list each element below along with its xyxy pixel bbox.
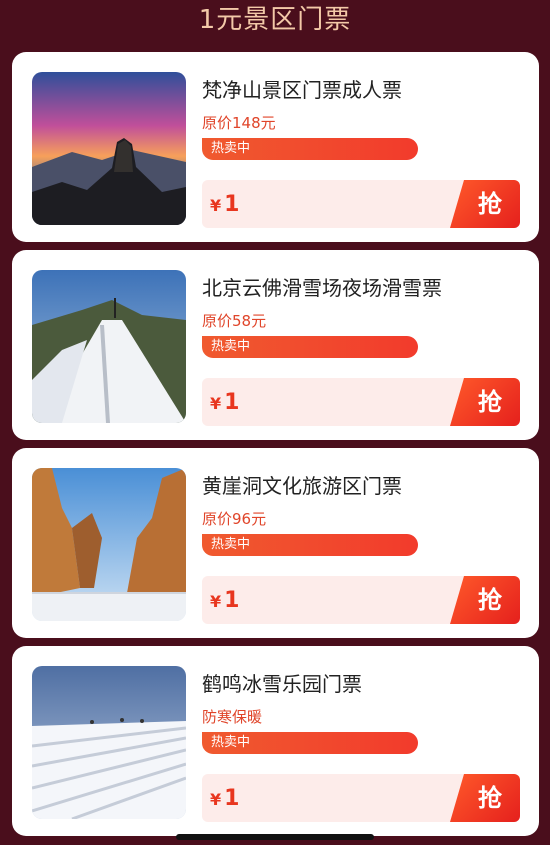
page-title: 1元景区门票 xyxy=(198,5,352,35)
ticket-original-price: 原价58元 xyxy=(202,312,267,330)
ticket-card[interactable]: 黄崖洞文化旅游区门票 原价96元 热卖中 ¥1 抢 xyxy=(12,448,539,638)
hot-sale-badge: 热卖中 xyxy=(202,732,418,754)
grab-button[interactable]: 抢 xyxy=(450,378,520,426)
buy-bar[interactable]: ¥1 抢 xyxy=(202,774,520,822)
hot-sale-badge: 热卖中 xyxy=(202,534,418,556)
ticket-title: 梵净山景区门票成人票 xyxy=(202,78,402,102)
ticket-price: ¥1 xyxy=(210,774,239,822)
currency-symbol: ¥ xyxy=(210,394,222,413)
hot-sale-badge: 热卖中 xyxy=(202,138,418,160)
ticket-original-price: 原价148元 xyxy=(202,114,276,132)
ticket-image-canyon[interactable] xyxy=(32,468,186,621)
currency-symbol: ¥ xyxy=(210,196,222,215)
buy-bar[interactable]: ¥1 抢 xyxy=(202,378,520,426)
ticket-subtitle: 防寒保暖 xyxy=(202,708,263,726)
ticket-original-price: 原价96元 xyxy=(202,510,267,528)
grab-button[interactable]: 抢 xyxy=(450,774,520,822)
grab-button[interactable]: 抢 xyxy=(450,180,520,228)
price-value: 1 xyxy=(224,786,240,811)
ticket-title: 北京云佛滑雪场夜场滑雪票 xyxy=(202,276,442,300)
currency-symbol: ¥ xyxy=(210,592,222,611)
buy-bar[interactable]: ¥1 抢 xyxy=(202,576,520,624)
home-indicator[interactable] xyxy=(176,834,374,840)
ticket-image-snow-park[interactable] xyxy=(32,666,186,819)
ticket-image-ski-slope[interactable] xyxy=(32,270,186,423)
price-value: 1 xyxy=(224,588,240,613)
ticket-card[interactable]: 梵净山景区门票成人票 原价148元 热卖中 ¥1 抢 xyxy=(12,52,539,242)
ticket-card[interactable]: 北京云佛滑雪场夜场滑雪票 原价58元 热卖中 ¥1 抢 xyxy=(12,250,539,440)
price-value: 1 xyxy=(224,390,240,415)
ticket-image-mountain[interactable] xyxy=(32,72,186,225)
ticket-price: ¥1 xyxy=(210,378,239,426)
currency-symbol: ¥ xyxy=(210,790,222,809)
buy-bar[interactable]: ¥1 抢 xyxy=(202,180,520,228)
ticket-price: ¥1 xyxy=(210,180,239,228)
hot-sale-badge: 热卖中 xyxy=(202,336,418,358)
ticket-list: 梵净山景区门票成人票 原价148元 热卖中 ¥1 抢 北京云佛滑雪场夜场滑雪票 … xyxy=(12,52,539,844)
ticket-title: 黄崖洞文化旅游区门票 xyxy=(202,474,402,498)
ticket-price: ¥1 xyxy=(210,576,239,624)
ticket-title: 鹤鸣冰雪乐园门票 xyxy=(202,672,362,696)
price-value: 1 xyxy=(224,192,240,217)
grab-button[interactable]: 抢 xyxy=(450,576,520,624)
ticket-card[interactable]: 鹤鸣冰雪乐园门票 防寒保暖 热卖中 ¥1 抢 xyxy=(12,646,539,836)
